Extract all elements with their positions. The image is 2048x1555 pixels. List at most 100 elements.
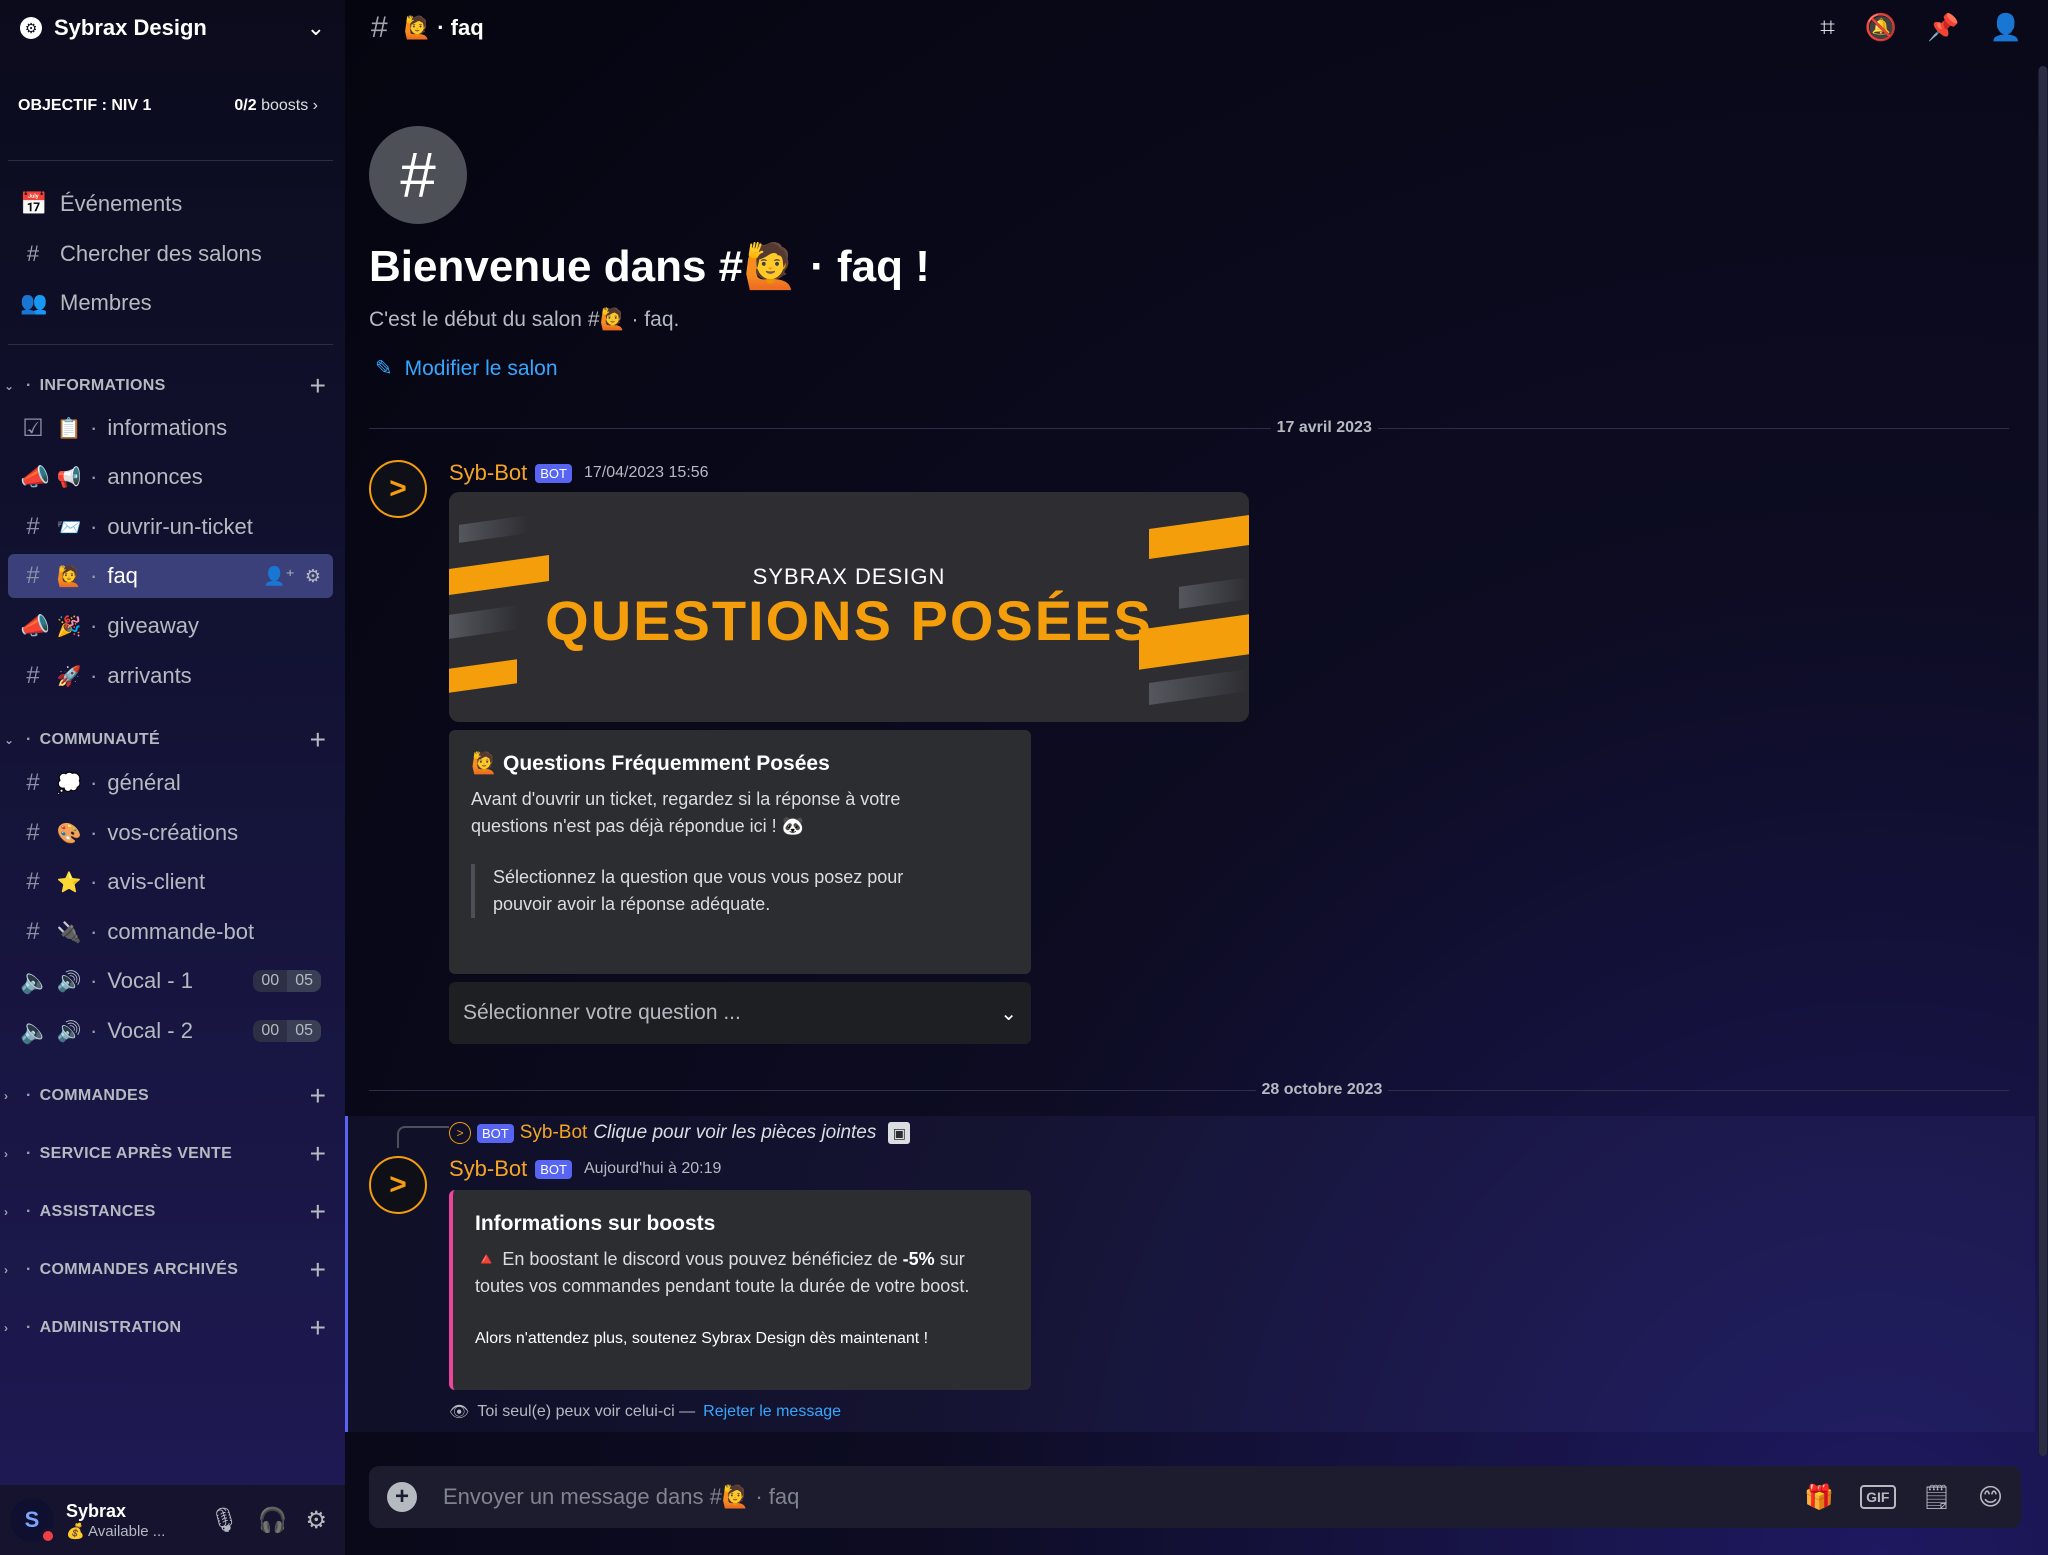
avatar[interactable]: S — [10, 1498, 56, 1544]
reply-reference[interactable]: > BOT Syb-Bot Clique pour voir les pièce… — [449, 1122, 911, 1144]
category-label: INFORMATIONS — [39, 377, 166, 394]
category-commandes[interactable]: › · COMMANDES + — [0, 1079, 333, 1113]
sticker-icon[interactable]: 🗒 — [1922, 1483, 1952, 1512]
scrollbar-thumb[interactable] — [2039, 66, 2047, 1456]
channel-emoji: ⭐ — [56, 871, 82, 894]
members-icon: 👥 — [20, 290, 48, 315]
attach-plus-icon[interactable]: + — [387, 1482, 417, 1512]
channel-avis-client[interactable]: # ⭐ · avis-client — [8, 860, 333, 904]
channel-vos-creations[interactable]: # 🎨 · vos-créations — [8, 811, 333, 855]
channel-vocal-2[interactable]: 🔈 🔊 · Vocal - 2 00 05 — [8, 1009, 333, 1053]
category-commandes-archives[interactable]: › · COMMANDES ARCHIVÉS + — [0, 1253, 333, 1287]
voice-channel-icon: 🔈 — [20, 967, 50, 995]
message-input[interactable]: Envoyer un message dans #🙋 · faq — [443, 1484, 1804, 1510]
boost-count-unit: boosts — [261, 97, 309, 114]
category-label: COMMUNAUTÉ — [39, 731, 160, 748]
server-header[interactable]: ⚙ Sybrax Design ⌄ — [0, 0, 345, 56]
locked-text-channel-icon: # — [26, 769, 40, 796]
threads-icon[interactable]: ⌗ — [1820, 12, 1835, 44]
add-channel-icon[interactable]: + — [303, 1312, 333, 1344]
reply-author: Syb-Bot — [519, 1122, 588, 1143]
boost-goal[interactable]: OBJECTIF : NIV 1 0/2 boosts › — [18, 90, 318, 122]
channel-header: # 🙋 · faq ⌗ 🔕 📌 👤 — [345, 0, 2048, 56]
channel-name: vos-créations — [107, 820, 239, 845]
channel-name: arrivants — [107, 663, 192, 688]
category-communaute[interactable]: ⌄ · COMMUNAUTÉ + — [0, 723, 333, 757]
category-administration[interactable]: › · ADMINISTRATION + — [0, 1311, 333, 1345]
bot-tag: BOT — [535, 1159, 572, 1179]
channel-annonces[interactable]: 📣 📢 · annonces — [8, 455, 333, 499]
channel-emoji: 🔊 — [56, 1020, 82, 1043]
date-label: 28 octobre 2023 — [1261, 1081, 1383, 1098]
channel-giveaway[interactable]: 📣 🎉 · giveaway — [8, 604, 333, 648]
category-label: ADMINISTRATION — [39, 1319, 182, 1336]
gear-icon[interactable]: ⚙ — [305, 1506, 327, 1535]
nav-browse-channels[interactable]: # Chercher des salons — [8, 231, 333, 277]
chevron-down-icon: ⌄ — [4, 379, 15, 393]
bot-avatar[interactable]: > — [369, 460, 427, 518]
channel-informations[interactable]: ☑ 📋 · informations — [8, 406, 333, 450]
message-author[interactable]: Syb-Bot — [449, 460, 527, 486]
server-name: Sybrax Design — [54, 15, 207, 40]
gif-button[interactable]: GIF — [1860, 1485, 1896, 1509]
nav-events[interactable]: 📅 Événements — [8, 181, 333, 227]
channel-name: informations — [107, 415, 228, 440]
voice-channel-icon: 🔈 — [20, 1017, 50, 1045]
add-channel-icon[interactable]: + — [303, 724, 333, 756]
add-channel-icon[interactable]: + — [303, 1138, 333, 1170]
category-informations[interactable]: ⌄ · INFORMATIONS + — [0, 369, 333, 403]
select-placeholder: Sélectionner votre question ... — [463, 1001, 741, 1024]
message-timestamp: Aujourd'hui à 20:19 — [584, 1160, 722, 1177]
question-select[interactable]: Sélectionner votre question ... ⌄ — [449, 982, 1031, 1044]
category-assistances[interactable]: › · ASSISTANCES + — [0, 1195, 333, 1229]
chevron-right-icon: › — [4, 1205, 9, 1219]
add-channel-icon[interactable]: + — [303, 1196, 333, 1228]
boost-info-embed: Informations sur boosts 🔺 En boostant le… — [449, 1190, 1031, 1390]
welcome-title: Bienvenue dans #🙋 · faq ! — [369, 242, 930, 291]
pin-icon[interactable]: 📌 — [1927, 12, 1959, 44]
nav-label: Chercher des salons — [60, 241, 262, 266]
channel-name: Vocal - 2 — [107, 1018, 193, 1043]
text-channel-icon: # — [371, 11, 388, 44]
dismiss-message-link[interactable]: Rejeter le message — [703, 1403, 841, 1421]
channel-name: faq — [107, 563, 138, 588]
channel-general[interactable]: # 💭 · général — [8, 761, 333, 805]
eye-icon: 👁 — [449, 1404, 470, 1421]
invite-member-icon[interactable]: 👤⁺ — [263, 566, 295, 587]
channel-emoji: 🙋 — [56, 565, 82, 588]
message-author[interactable]: Syb-Bot — [449, 1156, 527, 1182]
member-list-icon[interactable]: 👤 — [1990, 12, 2022, 44]
channel-arrivants[interactable]: # 🚀 · arrivants — [8, 654, 333, 698]
microphone-icon[interactable]: 🎙 — [209, 1506, 239, 1535]
faq-banner-image[interactable]: SYBRAX DESIGN QUESTIONS POSÉES — [449, 492, 1249, 722]
channel-vocal-1[interactable]: 🔈 🔊 · Vocal - 1 00 05 — [8, 959, 333, 1003]
add-channel-icon[interactable]: + — [303, 1080, 333, 1112]
message-composer[interactable]: + Envoyer un message dans #🙋 · faq 🎁 GIF… — [369, 1466, 2021, 1528]
dnd-status-icon — [40, 1528, 56, 1544]
notification-muted-icon[interactable]: 🔕 — [1865, 12, 1897, 44]
channel-ouvrir-un-ticket[interactable]: # 📨 · ouvrir-un-ticket — [8, 505, 333, 549]
channel-name: général — [107, 770, 181, 795]
channel-commande-bot[interactable]: # 🔌 · commande-bot — [8, 910, 333, 954]
emoji-icon[interactable]: 😊 — [1978, 1483, 2003, 1512]
channel-name: giveaway — [107, 613, 200, 638]
nav-members[interactable]: 👥 Membres — [8, 280, 333, 326]
scrollbar[interactable] — [2038, 66, 2048, 1456]
server-gear-icon: ⚙ — [20, 17, 42, 39]
gift-icon[interactable]: 🎁 — [1804, 1483, 1834, 1512]
date-label: 17 avril 2023 — [1276, 419, 1372, 436]
add-channel-icon[interactable]: + — [303, 370, 333, 402]
bot-avatar[interactable]: > — [369, 1156, 427, 1214]
channel-faq[interactable]: # 🙋 · faq 👤⁺ ⚙ — [8, 554, 333, 598]
headphones-icon[interactable]: 🎧 — [258, 1506, 288, 1535]
bot-tag: BOT — [535, 463, 572, 483]
divider — [8, 344, 333, 345]
category-service-apres-vente[interactable]: › · SERVICE APRÈS VENTE + — [0, 1137, 333, 1171]
faq-embed: 🙋 Questions Fréquemment Posées Avant d'o… — [449, 730, 1031, 974]
announcement-channel-icon: 📣 — [20, 463, 50, 491]
chevron-down-icon[interactable]: ⌄ — [307, 15, 325, 41]
pencil-icon: ✎ — [375, 357, 393, 380]
gear-icon[interactable]: ⚙ — [305, 566, 321, 587]
edit-channel-link[interactable]: ✎ Modifier le salon — [375, 356, 558, 381]
add-channel-icon[interactable]: + — [303, 1254, 333, 1286]
